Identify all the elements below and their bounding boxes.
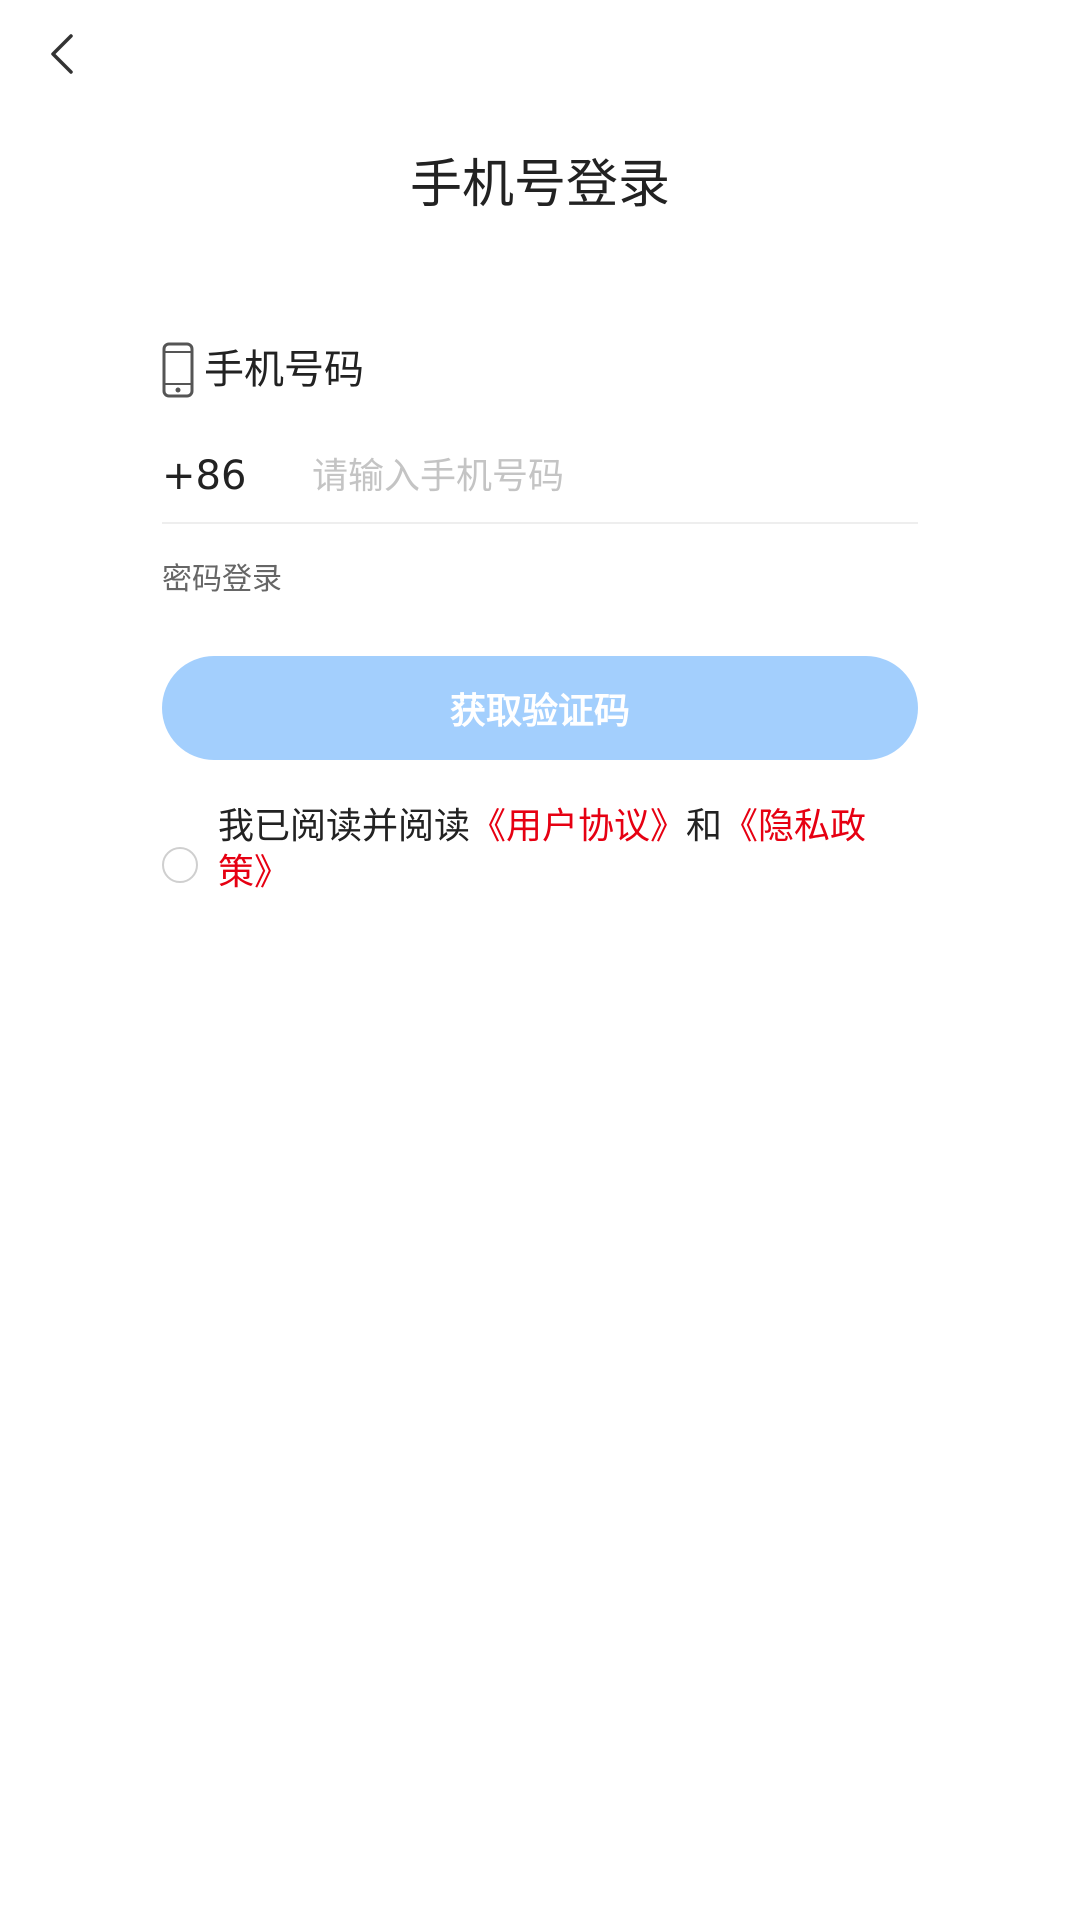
phone-label-row: 手机号码 [162, 340, 918, 400]
agreement-text: 我已阅读并阅读《用户协议》和《隐私政策》 [218, 804, 918, 896]
agreement-checkbox[interactable] [162, 847, 198, 883]
phone-icon [162, 342, 198, 398]
page-title: 手机号登录 [409, 155, 670, 215]
user-agreement-link[interactable]: 《用户协议》 [470, 806, 686, 847]
password-login-link[interactable]: 密码登录 [162, 558, 282, 602]
login-screen: 手机号登录 手机号码 +86 密码登录 获取验证码 我已阅读并阅读《用户协议》和… [0, 0, 1080, 1920]
get-verification-code-button[interactable]: 获取验证码 [162, 656, 918, 760]
phone-input[interactable] [312, 436, 918, 516]
phone-input-row: +86 [162, 430, 918, 524]
agreement-prefix: 我已阅读并阅读 [218, 806, 471, 847]
phone-field-label: 手机号码 [204, 347, 364, 393]
back-button[interactable] [34, 26, 90, 82]
chevron-left-icon [51, 34, 73, 74]
login-form: 手机号码 +86 密码登录 获取验证码 我已阅读并阅读《用户协议》和《隐私政策》 [162, 340, 918, 896]
country-code[interactable]: +86 [162, 453, 312, 499]
agreement-connector: 和 [686, 806, 723, 847]
agreement-row: 我已阅读并阅读《用户协议》和《隐私政策》 [162, 804, 918, 896]
